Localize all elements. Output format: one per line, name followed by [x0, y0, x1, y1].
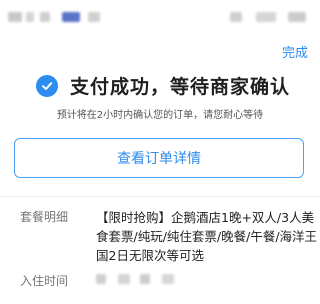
package-detail-row: 套餐明细 【限时抢购】企鹅酒店1晚+双人/3人美食套票/纯玩/纯住套票/晚餐/午…	[20, 208, 318, 265]
blurred-block	[96, 274, 106, 284]
blurred-block	[140, 274, 150, 284]
blurred-block	[62, 12, 80, 22]
blurred-block	[288, 12, 306, 22]
checkin-label: 入住时间	[20, 274, 69, 288]
blurred-status-bar	[0, 6, 320, 28]
blurred-block	[256, 12, 276, 22]
blurred-block	[8, 12, 22, 22]
blurred-block	[88, 12, 100, 22]
package-value: 【限时抢购】企鹅酒店1晚+双人/3人美食套票/纯玩/纯住套票/晚餐/午餐/海洋王…	[96, 210, 318, 263]
success-title: 支付成功，等待商家确认	[70, 76, 291, 98]
blurred-block	[118, 274, 130, 284]
blurred-block	[26, 12, 34, 22]
blurred-block	[230, 12, 242, 22]
done-button[interactable]: 完成	[282, 42, 308, 61]
view-order-details-button[interactable]: 查看订单详情	[14, 138, 304, 178]
checkin-detail-row: 入住时间	[20, 272, 96, 291]
blurred-block	[40, 12, 50, 22]
divider	[0, 196, 320, 197]
confirmation-subtitle: 预计将在2小时内确认您的订单，请您耐心等待	[56, 110, 264, 121]
package-label: 套餐明细	[20, 210, 69, 224]
payment-success-screen: 完成 支付成功，等待商家确认 预计将在2小时内确认您的订单，请您耐心等待 查看订…	[0, 0, 320, 304]
success-header: 支付成功，等待商家确认	[36, 72, 290, 99]
blurred-block	[162, 274, 174, 284]
check-circle-icon	[36, 74, 58, 97]
